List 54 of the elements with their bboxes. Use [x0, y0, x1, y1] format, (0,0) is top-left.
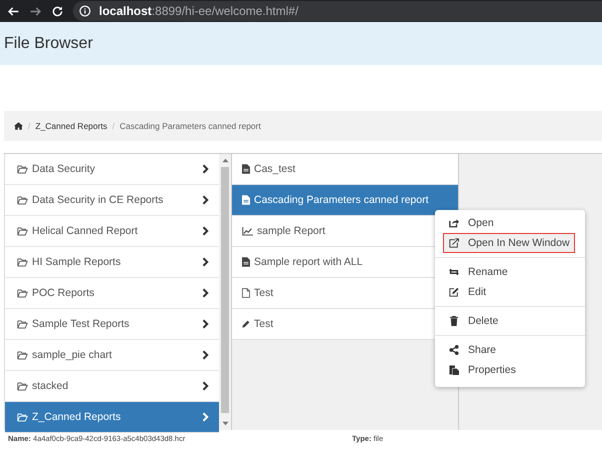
- scrollbar[interactable]: [219, 154, 231, 430]
- info-icon: [79, 5, 91, 17]
- share-square-icon: [449, 218, 459, 228]
- document-icon: [242, 164, 250, 174]
- chevron-right-icon: [202, 412, 209, 422]
- scroll-down-icon[interactable]: [222, 421, 228, 426]
- file-item[interactable]: Cascading Parameters canned report: [232, 185, 458, 216]
- edit-icon: [449, 287, 459, 297]
- copy-icon: [449, 365, 459, 375]
- scrollbar-thumb[interactable]: [221, 167, 229, 413]
- folder-icon: [17, 350, 28, 360]
- trash-icon: [449, 316, 459, 326]
- home-icon[interactable]: [14, 122, 23, 130]
- document-icon: [242, 257, 250, 267]
- breadcrumb-separator: /: [28, 121, 30, 131]
- menu-item[interactable]: Properties: [435, 360, 575, 380]
- line-chart-icon: [242, 226, 253, 236]
- back-icon[interactable]: [7, 4, 20, 18]
- chevron-right-icon: [202, 381, 209, 391]
- folder-icon: [17, 164, 28, 174]
- file-item[interactable]: Cas_test: [232, 154, 458, 185]
- folder-icon: [17, 196, 28, 204]
- folder-item[interactable]: Z_Canned Reports: [5, 402, 219, 433]
- chevron-right-icon: [202, 164, 209, 174]
- folder-icon: [17, 226, 28, 236]
- scroll-up-icon[interactable]: [222, 158, 228, 163]
- breadcrumb-current: Cascading Parameters canned report: [120, 121, 261, 131]
- breadcrumb-link[interactable]: Z_Canned Reports: [35, 121, 108, 131]
- external-link-icon: [449, 238, 459, 248]
- menu-item[interactable]: Open In New Window: [443, 233, 575, 253]
- url-path: :8899/hi-ee/welcome.html#/: [152, 4, 298, 18]
- pencil-icon: [242, 319, 250, 329]
- chevron-right-icon: [202, 257, 209, 267]
- reload-icon[interactable]: [51, 4, 64, 18]
- blank-file-icon: [242, 288, 250, 298]
- page-title: File Browser: [4, 34, 93, 52]
- swap-icon: [449, 267, 459, 277]
- breadcrumb-separator: /: [112, 121, 115, 131]
- chevron-right-icon: [202, 319, 209, 329]
- document-icon: [242, 195, 250, 205]
- address-bar[interactable]: localhost:8899/hi-ee/welcome.html#/: [73, 1, 602, 21]
- share-icon: [449, 345, 459, 355]
- chevron-right-icon: [202, 288, 209, 298]
- folder-icon: [17, 320, 28, 328]
- forward-icon[interactable]: [29, 4, 42, 18]
- folder-icon: [17, 412, 28, 422]
- folder-icon: [17, 288, 28, 298]
- folder-icon: [17, 382, 28, 390]
- chevron-right-icon: [202, 350, 209, 360]
- folder-icon: [17, 258, 28, 266]
- menu-item[interactable]: Share: [435, 340, 575, 360]
- chevron-right-icon: [202, 226, 209, 236]
- chevron-right-icon: [202, 195, 209, 205]
- url-host: localhost: [99, 4, 152, 18]
